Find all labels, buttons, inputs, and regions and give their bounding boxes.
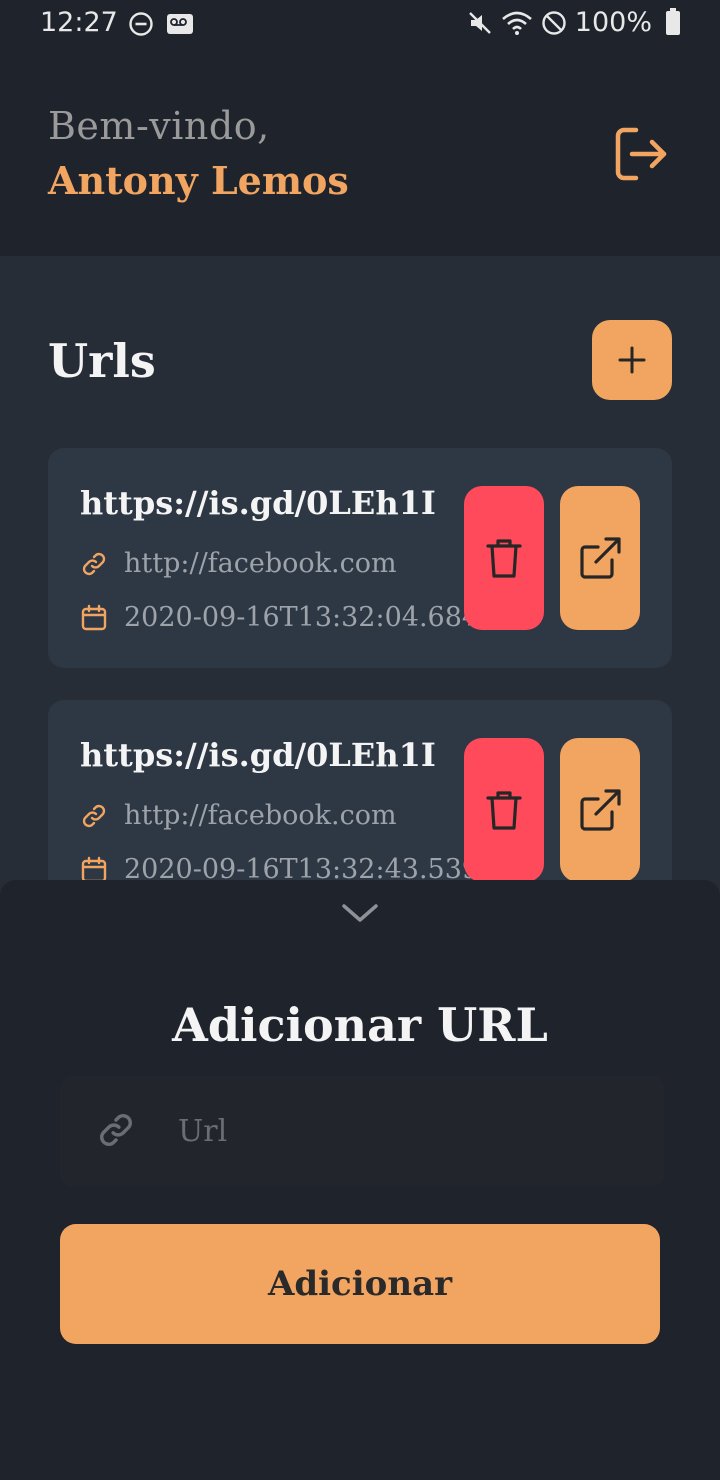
battery-percentage: 100%: [574, 7, 652, 38]
greeting-text: Bem-vindo,: [48, 104, 270, 148]
add-url-sheet: Adicionar URL Adicionar: [0, 880, 720, 1480]
external-link-icon: [580, 789, 621, 831]
delete-url-button[interactable]: [464, 738, 544, 882]
open-url-button[interactable]: [560, 486, 640, 630]
link-icon: [82, 804, 106, 827]
section-title: Urls: [48, 334, 156, 388]
original-url-row: http://facebook.com: [80, 800, 397, 831]
status-time: 12:27: [40, 7, 118, 38]
created-date: 2020-09-16T13:32:04.684: [124, 602, 480, 633]
date-row: 2020-09-16T13:32:04.684: [80, 602, 479, 633]
trash-icon: [486, 791, 522, 830]
mute-icon: [468, 11, 491, 34]
wifi-icon: [501, 11, 532, 35]
sheet-title: Adicionar URL: [172, 998, 548, 1052]
link-icon: [82, 552, 106, 575]
voicemail-icon: [167, 14, 193, 34]
original-url-row: http://facebook.com: [80, 548, 397, 579]
plus-icon: [618, 346, 646, 374]
external-link-icon: [580, 537, 621, 579]
short-url: https://is.gd/0LEh1I: [80, 736, 436, 774]
do-not-disturb-icon: [129, 12, 153, 36]
header: Bem-vindo, Antony Lemos: [0, 48, 720, 256]
user-name: Antony Lemos: [48, 158, 349, 203]
status-bar: 12:27 100%: [0, 0, 720, 48]
logout-icon[interactable]: [606, 122, 676, 186]
add-url-button[interactable]: [592, 320, 672, 400]
link-icon: [100, 1114, 132, 1146]
url-input-field[interactable]: [60, 1076, 664, 1186]
add-submit-button[interactable]: Adicionar: [60, 1224, 660, 1344]
url-card: https://is.gd/0LEh1I http://facebook.com…: [48, 448, 672, 668]
delete-url-button[interactable]: [464, 486, 544, 630]
blocked-icon: [542, 10, 566, 35]
original-url: http://facebook.com: [124, 800, 397, 831]
short-url: https://is.gd/0LEh1I: [80, 484, 436, 522]
calendar-icon: [81, 604, 107, 630]
open-url-button[interactable]: [560, 738, 640, 882]
original-url: http://facebook.com: [124, 548, 397, 579]
status-right-group: 100%: [467, 7, 680, 38]
url-input[interactable]: [176, 1102, 640, 1160]
trash-icon: [486, 539, 522, 578]
chevron-down-icon[interactable]: [340, 898, 380, 926]
battery-icon: [666, 7, 680, 35]
